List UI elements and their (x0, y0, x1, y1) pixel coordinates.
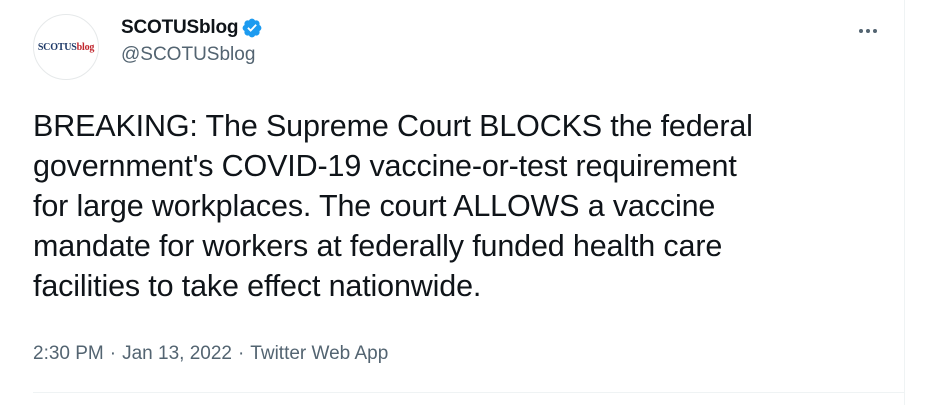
author-display-name[interactable]: SCOTUSblog (121, 17, 238, 39)
avatar[interactable]: SCOTUSblog (33, 14, 99, 80)
bottom-divider (33, 392, 904, 393)
tweet-header: SCOTUSblog SCOTUSblog @SCOTUSblog (33, 14, 893, 84)
tweet-time[interactable]: 2:30 PM (33, 343, 104, 365)
meta-separator: · (109, 343, 117, 364)
verified-badge-icon (241, 17, 263, 39)
more-options-button[interactable] (851, 16, 885, 46)
display-name-row[interactable]: SCOTUSblog (121, 16, 263, 40)
author-handle[interactable]: @SCOTUSblog (121, 44, 263, 66)
tweet-text: BREAKING: The Supreme Court BLOCKS the f… (33, 109, 753, 303)
avatar-logo-accent: blog (76, 41, 95, 53)
more-options-icon (859, 29, 877, 33)
avatar-logo-main: SCOTUS (37, 41, 77, 53)
author-name-block: SCOTUSblog @SCOTUSblog (121, 16, 263, 66)
tweet-meta-row: 2:30 PM · Jan 13, 2022 · Twitter Web App (33, 342, 388, 366)
meta-separator: · (237, 343, 245, 364)
tweet-date[interactable]: Jan 13, 2022 (122, 343, 232, 365)
tweet-source[interactable]: Twitter Web App (250, 343, 388, 365)
tweet-card: SCOTUSblog SCOTUSblog @SCOTUSblog BREAKI… (0, 0, 905, 405)
avatar-logo: SCOTUSblog (37, 41, 95, 53)
